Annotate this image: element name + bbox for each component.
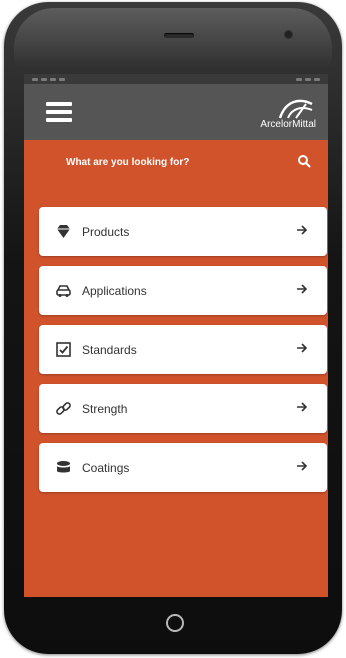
front-camera	[285, 31, 292, 38]
arrow-right-icon	[297, 284, 308, 294]
menu-item-strength[interactable]: Strength	[39, 384, 327, 433]
home-button[interactable]	[166, 614, 184, 632]
logo-arches-icon	[278, 99, 313, 119]
menu-item-applications[interactable]: Applications	[39, 266, 327, 315]
app-screen: ArcelorMittal Products	[24, 74, 328, 597]
car-icon	[56, 285, 71, 297]
category-menu: Products Applications Standards Strength…	[39, 207, 328, 502]
search-input[interactable]	[66, 154, 266, 170]
menu-item-coatings[interactable]: Coatings	[39, 443, 327, 492]
app-header: ArcelorMittal	[24, 84, 328, 140]
menu-item-products[interactable]: Products	[39, 207, 327, 256]
checkbox-icon	[56, 342, 71, 357]
menu-item-label: Products	[82, 225, 130, 239]
status-bar	[24, 74, 328, 84]
arrow-right-icon	[297, 343, 308, 353]
speaker-grille	[164, 33, 194, 38]
search-bar[interactable]	[24, 140, 328, 184]
menu-item-label: Standards	[82, 343, 137, 357]
brand-name: ArcelorMittal	[260, 119, 316, 130]
phone-gloss	[14, 8, 332, 68]
arrow-right-icon	[297, 461, 308, 471]
menu-item-label: Applications	[82, 284, 147, 298]
phone-frame: ArcelorMittal Products	[4, 2, 342, 654]
diamond-icon	[57, 225, 70, 238]
arrow-right-icon	[297, 402, 308, 412]
menu-item-label: Coatings	[82, 461, 130, 475]
arrow-right-icon	[297, 225, 308, 235]
menu-item-label: Strength	[82, 402, 128, 416]
search-icon[interactable]	[297, 154, 311, 168]
link-icon	[56, 402, 71, 415]
layers-icon	[57, 461, 70, 473]
brand-logo: ArcelorMittal	[236, 94, 316, 132]
hamburger-menu-icon[interactable]	[46, 102, 72, 122]
menu-item-standards[interactable]: Standards	[39, 325, 327, 374]
